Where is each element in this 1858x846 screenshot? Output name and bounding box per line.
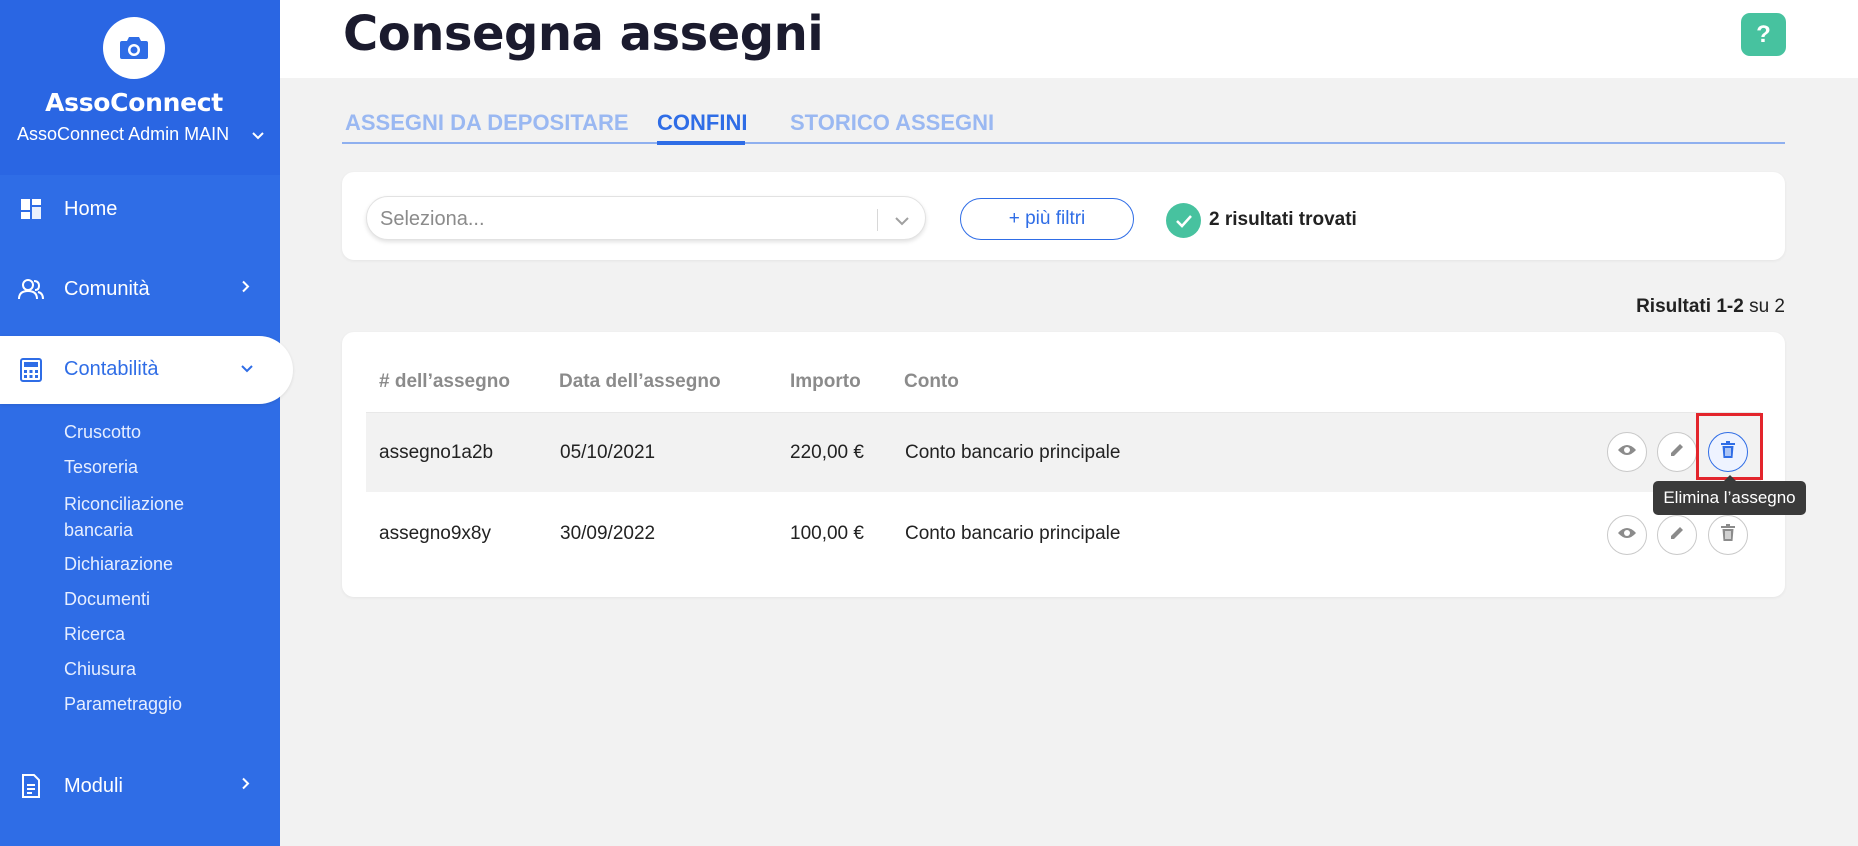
- cheque-account: Conto bancario principale: [905, 442, 1121, 463]
- cheque-amount: 100,00 €: [790, 523, 864, 544]
- help-button[interactable]: ?: [1741, 13, 1786, 56]
- edit-button[interactable]: [1657, 432, 1697, 472]
- document-icon: [18, 773, 44, 799]
- cheque-date: 05/10/2021: [560, 442, 656, 463]
- check-icon: [1166, 203, 1201, 238]
- sidebar-subitem-declaration[interactable]: Dichiarazione: [64, 551, 264, 577]
- cheque-date: 30/09/2022: [560, 523, 656, 544]
- camera-logo-icon: [103, 17, 165, 79]
- select-divider: [877, 209, 878, 231]
- sidebar-subitem-search[interactable]: Ricerca: [64, 621, 264, 647]
- cheque-amount: 220,00 €: [790, 442, 864, 463]
- column-header-date: Data dell’assegno: [559, 371, 721, 392]
- delete-button[interactable]: [1708, 515, 1748, 555]
- eye-icon: [1617, 526, 1637, 545]
- sidebar-subitem-bank-reconciliation[interactable]: Riconciliazione bancaria: [64, 491, 214, 543]
- more-filters-button[interactable]: + più filtri: [960, 198, 1134, 240]
- chevron-down-icon[interactable]: [894, 213, 910, 231]
- cheque-account: Conto bancario principale: [905, 523, 1121, 544]
- sidebar: AssoConnect AssoConnect Admin MAIN Home …: [0, 0, 293, 846]
- sidebar-subitem-dashboard[interactable]: Cruscotto: [64, 419, 264, 445]
- sidebar-subitem-documents[interactable]: Documenti: [64, 586, 264, 612]
- brand-name: AssoConnect: [45, 88, 223, 117]
- results-total: 2: [1774, 296, 1785, 317]
- calculator-icon: [18, 357, 44, 383]
- column-header-number: # dell’assegno: [379, 371, 510, 392]
- pencil-icon: [1668, 441, 1686, 464]
- filter-select[interactable]: Seleziona...: [366, 196, 926, 240]
- results-prefix: Risultati: [1636, 296, 1712, 317]
- results-middle: su: [1749, 296, 1770, 317]
- tab-cheque-history[interactable]: STORICO ASSEGNI: [790, 110, 994, 136]
- brand-area: AssoConnect AssoConnect Admin MAIN: [0, 0, 280, 175]
- sidebar-item-label: Home: [64, 197, 118, 220]
- table-row: assegno9x8y 30/09/2022 100,00 € Conto ba…: [366, 493, 1761, 573]
- cheque-number: assegno1a2b: [379, 442, 494, 463]
- delete-tooltip: Elimina l’assegno: [1653, 481, 1806, 515]
- chevron-down-icon[interactable]: [251, 128, 265, 146]
- select-placeholder: Seleziona...: [380, 208, 485, 230]
- sidebar-item-label: Comunità: [64, 277, 150, 300]
- results-range: Risultati 1-2 su 2: [1560, 296, 1785, 318]
- view-button[interactable]: [1607, 432, 1647, 472]
- sidebar-subitem-treasury[interactable]: Tesoreria: [64, 454, 264, 480]
- view-button[interactable]: [1607, 515, 1647, 555]
- column-header-amount: Importo: [790, 371, 861, 392]
- cheque-number: assegno9x8y: [379, 523, 491, 544]
- active-tab-indicator: [657, 141, 745, 145]
- org-selector[interactable]: AssoConnect Admin MAIN: [17, 124, 229, 145]
- sidebar-item-home[interactable]: Home: [0, 181, 280, 237]
- sidebar-item-label: Moduli: [64, 774, 123, 797]
- pencil-icon: [1668, 524, 1686, 547]
- chevron-down-icon: [240, 361, 254, 379]
- chevron-right-icon: [240, 280, 250, 299]
- tab-confini[interactable]: CONFINI: [657, 110, 747, 136]
- sidebar-item-label: Contabilità: [64, 358, 159, 380]
- tab-cheques-to-deposit[interactable]: ASSEGNI DA DEPOSITARE: [345, 110, 629, 136]
- highlight-box: [1696, 413, 1763, 480]
- edit-button[interactable]: [1657, 515, 1697, 555]
- users-icon: [18, 276, 44, 302]
- sidebar-subitem-settings[interactable]: Parametraggio: [64, 691, 264, 717]
- table-row: assegno1a2b 05/10/2021 220,00 € Conto ba…: [366, 412, 1761, 492]
- sidebar-subitem-closing[interactable]: Chiusura: [64, 656, 264, 682]
- trash-icon: [1720, 523, 1736, 547]
- page-title: Consegna assegni: [343, 6, 824, 62]
- results-found-text: 2 risultati trovati: [1209, 209, 1357, 230]
- dashboard-icon: [18, 196, 44, 222]
- eye-icon: [1617, 443, 1637, 462]
- chevron-right-icon: [240, 777, 250, 796]
- column-header-account: Conto: [904, 371, 959, 392]
- results-range-value: 1-2: [1716, 296, 1744, 317]
- sidebar-item-modules[interactable]: Moduli: [0, 758, 280, 814]
- tabs-divider: [342, 142, 1785, 144]
- sidebar-item-accounting[interactable]: Contabilità: [0, 336, 293, 404]
- sidebar-item-community[interactable]: Comunità: [0, 261, 280, 317]
